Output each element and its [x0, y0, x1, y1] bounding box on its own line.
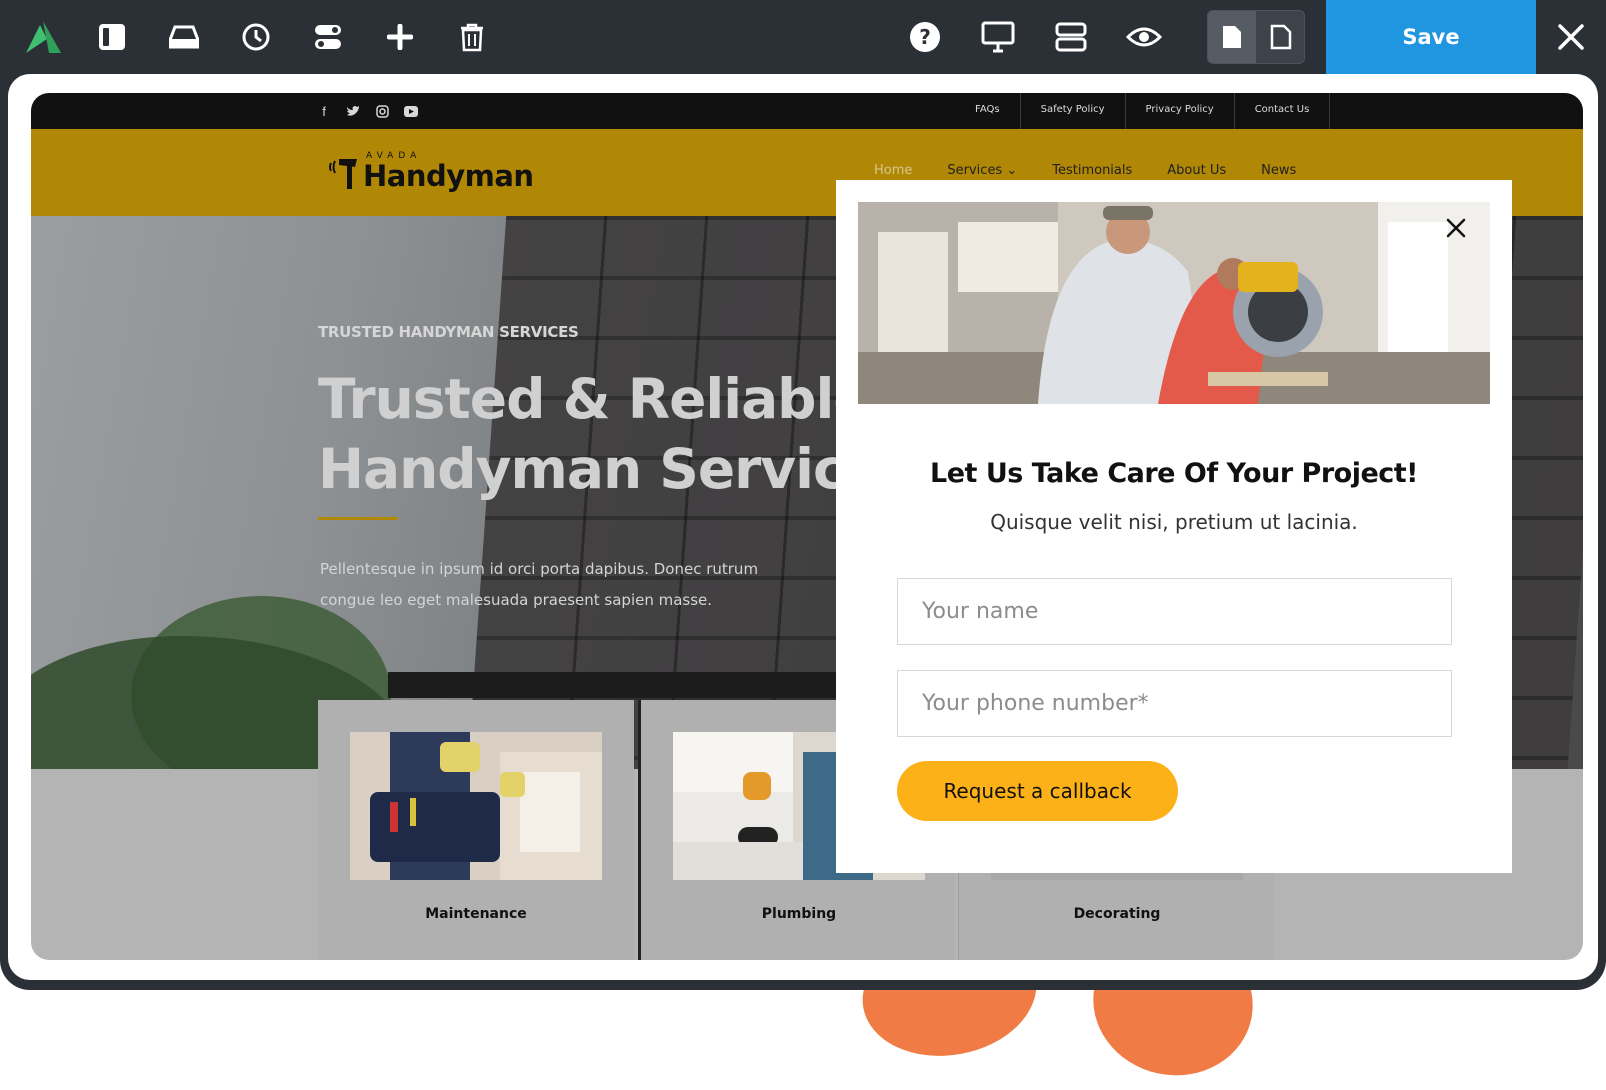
card-label-plumbing: Plumbing — [761, 906, 837, 922]
save-button[interactable]: Save — [1326, 0, 1536, 74]
desktop-icon[interactable] — [975, 14, 1021, 60]
main-nav: Home Services ⌄ Testimonials About Us Ne… — [874, 163, 1331, 178]
modal-close-icon[interactable] — [1441, 213, 1471, 243]
nav-testimonials[interactable]: Testimonials — [1052, 163, 1132, 178]
modal-hero-image — [858, 202, 1490, 404]
modal-subtitle: Quisque velit nisi, pretium ut lacinia. — [990, 510, 1358, 534]
add-icon[interactable] — [377, 14, 423, 60]
site-topbar: f FAQs Safety Policy Privacy Policy Cont… — [31, 93, 1583, 129]
top-link-faqs[interactable]: FAQs — [955, 93, 1021, 129]
svg-text:?: ? — [919, 25, 931, 49]
service-card-maintenance[interactable]: Maintenance — [318, 700, 634, 960]
nav-about-us[interactable]: About Us — [1167, 163, 1226, 178]
hero-title-line1: Trusted & Reliable — [318, 367, 871, 431]
close-icon[interactable] — [1548, 14, 1594, 60]
preview-eye-icon[interactable] — [1121, 14, 1167, 60]
request-callback-button[interactable]: Request a callback — [897, 761, 1178, 821]
hero-divider — [318, 517, 398, 520]
top-link-privacy-policy[interactable]: Privacy Policy — [1126, 93, 1235, 129]
youtube-icon[interactable] — [402, 102, 420, 120]
maintenance-image — [350, 732, 602, 880]
drive-icon[interactable] — [161, 14, 207, 60]
facebook-icon[interactable]: f — [315, 102, 333, 120]
brand-name[interactable]: Handyman — [363, 159, 534, 193]
name-field[interactable] — [897, 578, 1452, 645]
card-label-decorating: Decorating — [1073, 906, 1161, 922]
top-link-safety-policy[interactable]: Safety Policy — [1021, 93, 1126, 129]
page-outline-icon[interactable] — [1257, 11, 1305, 63]
instagram-icon[interactable] — [373, 102, 391, 120]
help-icon[interactable]: ? — [902, 14, 948, 60]
hero-title-line2: Handyman Service — [318, 437, 882, 501]
top-link-contact-us[interactable]: Contact Us — [1235, 93, 1331, 129]
callback-modal: Let Us Take Care Of Your Project! Quisqu… — [836, 180, 1512, 873]
page-toggle-group — [1207, 10, 1305, 64]
avada-logo-icon[interactable] — [20, 14, 66, 60]
hammer-logo-icon — [327, 155, 367, 196]
modal-title: Let Us Take Care Of Your Project! — [930, 458, 1418, 489]
nav-news[interactable]: News — [1261, 163, 1296, 178]
history-icon[interactable] — [233, 14, 279, 60]
top-links: FAQs Safety Policy Privacy Policy Contac… — [955, 93, 1331, 129]
hero-body: Pellentesque in ipsum id orci porta dapi… — [320, 560, 759, 609]
sidebar-icon[interactable] — [89, 14, 135, 60]
phone-field[interactable] — [897, 670, 1452, 737]
nav-home[interactable]: Home — [874, 163, 912, 178]
toggles-icon[interactable] — [305, 14, 351, 60]
hero-title: Trusted & Reliable Handyman Service — [318, 364, 882, 504]
layout-icon[interactable] — [1048, 14, 1094, 60]
nav-services[interactable]: Services ⌄ — [947, 163, 1017, 178]
trash-icon[interactable] — [449, 14, 495, 60]
hero-eyebrow: TRUSTED HANDYMAN SERVICES — [318, 323, 579, 341]
card-label-maintenance: Maintenance — [425, 906, 527, 922]
roof-gutter — [388, 672, 858, 698]
twitter-icon[interactable] — [344, 102, 362, 120]
page-filled-icon[interactable] — [1208, 11, 1256, 63]
builder-toolbar: ? Save — [0, 0, 1606, 74]
